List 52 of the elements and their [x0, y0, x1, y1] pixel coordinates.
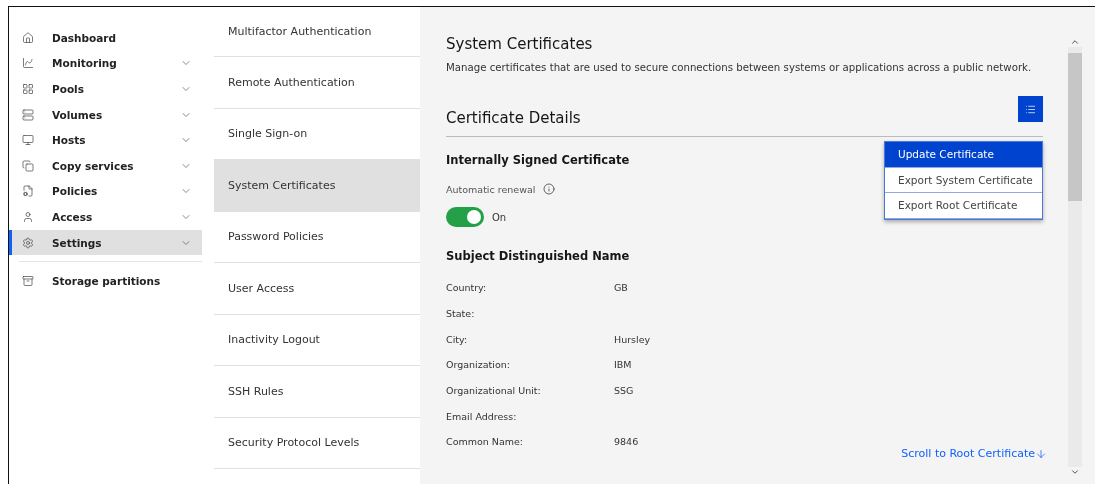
home-icon	[22, 31, 34, 44]
field-value: IBM	[614, 359, 632, 371]
file-icon	[22, 185, 34, 198]
field-value: GB	[614, 282, 628, 294]
arrow-down-icon	[1035, 447, 1047, 460]
grid-icon	[22, 83, 34, 95]
sidebar-item[interactable]: Volumes	[9, 101, 202, 128]
user-icon	[22, 210, 34, 223]
field-label: City:	[446, 333, 468, 345]
scrollbar[interactable]	[1068, 47, 1082, 467]
certificate-title: Internally Signed Certificate	[446, 153, 630, 167]
sidebar-item[interactable]: Dashboard	[9, 25, 202, 51]
info-icon[interactable]	[543, 183, 556, 195]
subnav-item[interactable]: System Certificates	[214, 160, 420, 212]
list-icon	[1025, 103, 1036, 115]
sidebar-item[interactable]: Monitoring	[9, 50, 202, 77]
toggle-state: On	[492, 211, 507, 223]
subject-title: Subject Distinguished Name	[446, 249, 630, 263]
chart-icon	[22, 57, 34, 70]
scroll-up-icon[interactable]	[1070, 37, 1080, 47]
menu-item[interactable]: Export Root Certificate	[885, 193, 1042, 219]
field-value: 9846	[614, 436, 639, 448]
menu-item[interactable]: Export System Certificate	[885, 167, 1042, 193]
sidebar-item[interactable]: Settings	[9, 229, 202, 256]
scroll-link[interactable]: Scroll to Root Certificate	[901, 447, 1047, 460]
field-value: SSG	[614, 385, 634, 397]
sidebar-item[interactable]: Pools	[9, 76, 202, 102]
page-description: Manage certificates that are used to secure connections between systems or applications across a public network.	[446, 62, 1033, 73]
page-title: System Certificates	[446, 35, 594, 53]
tray-icon	[22, 275, 34, 288]
toggle-switch[interactable]	[446, 207, 484, 227]
section-title: Certificate Details	[446, 109, 581, 127]
settings-icon	[22, 236, 34, 249]
copy-icon	[22, 159, 34, 172]
sidebar-item[interactable]: Policies	[9, 178, 202, 205]
field-label: Organization:	[446, 359, 510, 371]
monitor-icon	[22, 134, 34, 147]
scroll-down-icon[interactable]	[1070, 467, 1080, 477]
field-label: Common Name:	[446, 436, 524, 448]
sidebar-item[interactable]: Access	[9, 204, 202, 230]
field-value: Hursley	[614, 333, 651, 345]
field-label: State:	[446, 308, 475, 320]
field-label: Country:	[446, 282, 487, 294]
field-label: Email Address:	[446, 410, 517, 422]
sidebar-item[interactable]: Copy services	[9, 152, 202, 179]
menu-item[interactable]: Update Certificate	[885, 142, 1042, 168]
overflow-menu-button[interactable]	[1018, 96, 1043, 122]
field-label: Automatic renewal	[446, 183, 536, 195]
sidebar-item[interactable]: Hosts	[9, 127, 202, 153]
field-label: Organizational Unit:	[446, 385, 541, 397]
sidebar-item[interactable]: Storage partitions	[9, 268, 202, 294]
server-icon	[22, 108, 34, 121]
